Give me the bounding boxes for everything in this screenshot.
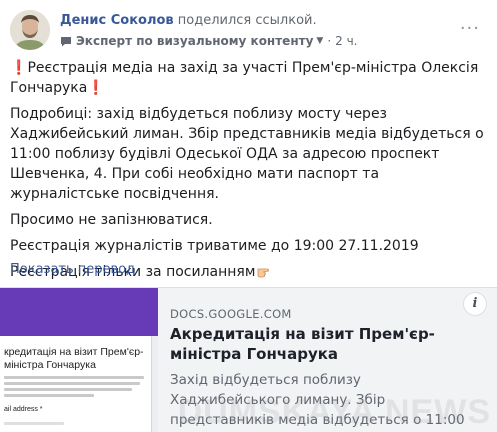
pointing-hand-icon	[258, 268, 270, 278]
link-preview-card[interactable]: кредитація на візит Прем'єр-міністра Гон…	[0, 287, 497, 432]
link-title[interactable]: Акредитація на візит Прем'єр-міністра Го…	[170, 324, 480, 364]
group-name[interactable]: Эксперт по визуальному контенту	[76, 34, 313, 48]
thumbnail-title: кредитація на візит Прем'єр-міністра Гон…	[4, 346, 144, 371]
post-paragraph-request: Просимо не запізнюватися.	[10, 212, 213, 228]
post-meta: Эксперт по визуальному контенту ▼ · 2 ч.	[60, 34, 358, 48]
post-paragraph-details: Подробиці: захід відбудеться поблизу мос…	[10, 106, 484, 202]
thumbnail-text-line	[4, 376, 144, 379]
link-thumbnail[interactable]: кредитація на візит Прем'єр-міністра Гон…	[0, 288, 158, 432]
thumbnail-text-line	[4, 394, 94, 397]
post-header: Денис Соколов поделился ссылкой. Эксперт…	[10, 10, 490, 52]
translate-link[interactable]: Показать перевод	[10, 262, 135, 277]
post-paragraph-deadline: Реєстрація журналістів триватиме до 19:0…	[10, 238, 419, 254]
chevron-down-icon[interactable]: ▼	[316, 36, 323, 46]
thumbnail-field-label: ail address *	[4, 406, 43, 413]
forms-header-strip	[0, 288, 158, 336]
post-action-text: поделился ссылкой.	[177, 13, 317, 28]
exclamation-icon: ❗	[10, 60, 28, 76]
post-time[interactable]: 2 ч.	[335, 34, 357, 48]
more-options-icon[interactable]: ···	[460, 18, 480, 39]
exclamation-icon: ❗	[87, 80, 105, 96]
avatar-photo-icon	[10, 10, 50, 50]
author-line: Денис Соколов поделился ссылкой.	[60, 13, 317, 28]
post-title-text: Реєстрація медіа на захід за участі Прем…	[10, 60, 479, 96]
avatar[interactable]	[10, 10, 50, 50]
link-domain: DOCS.GOOGLE.COM	[170, 307, 292, 321]
message-bubble-icon	[61, 36, 71, 46]
forms-sheet: кредитація на візит Прем'єр-міністра Гон…	[0, 336, 152, 432]
thumbnail-text-line	[4, 388, 132, 391]
post-body: ❗Реєстрація медіа на захід за участі Пре…	[10, 58, 488, 288]
thumbnail-input-line	[4, 422, 64, 425]
post-paragraph-title: ❗Реєстрація медіа на захід за участі Пре…	[10, 58, 488, 98]
thumbnail-text-line	[4, 382, 140, 385]
info-icon[interactable]: i	[463, 292, 487, 316]
author-name[interactable]: Денис Соколов	[60, 13, 174, 28]
meta-separator: ·	[327, 34, 332, 48]
watermark: DUMSKAYA NEWS	[177, 393, 491, 431]
